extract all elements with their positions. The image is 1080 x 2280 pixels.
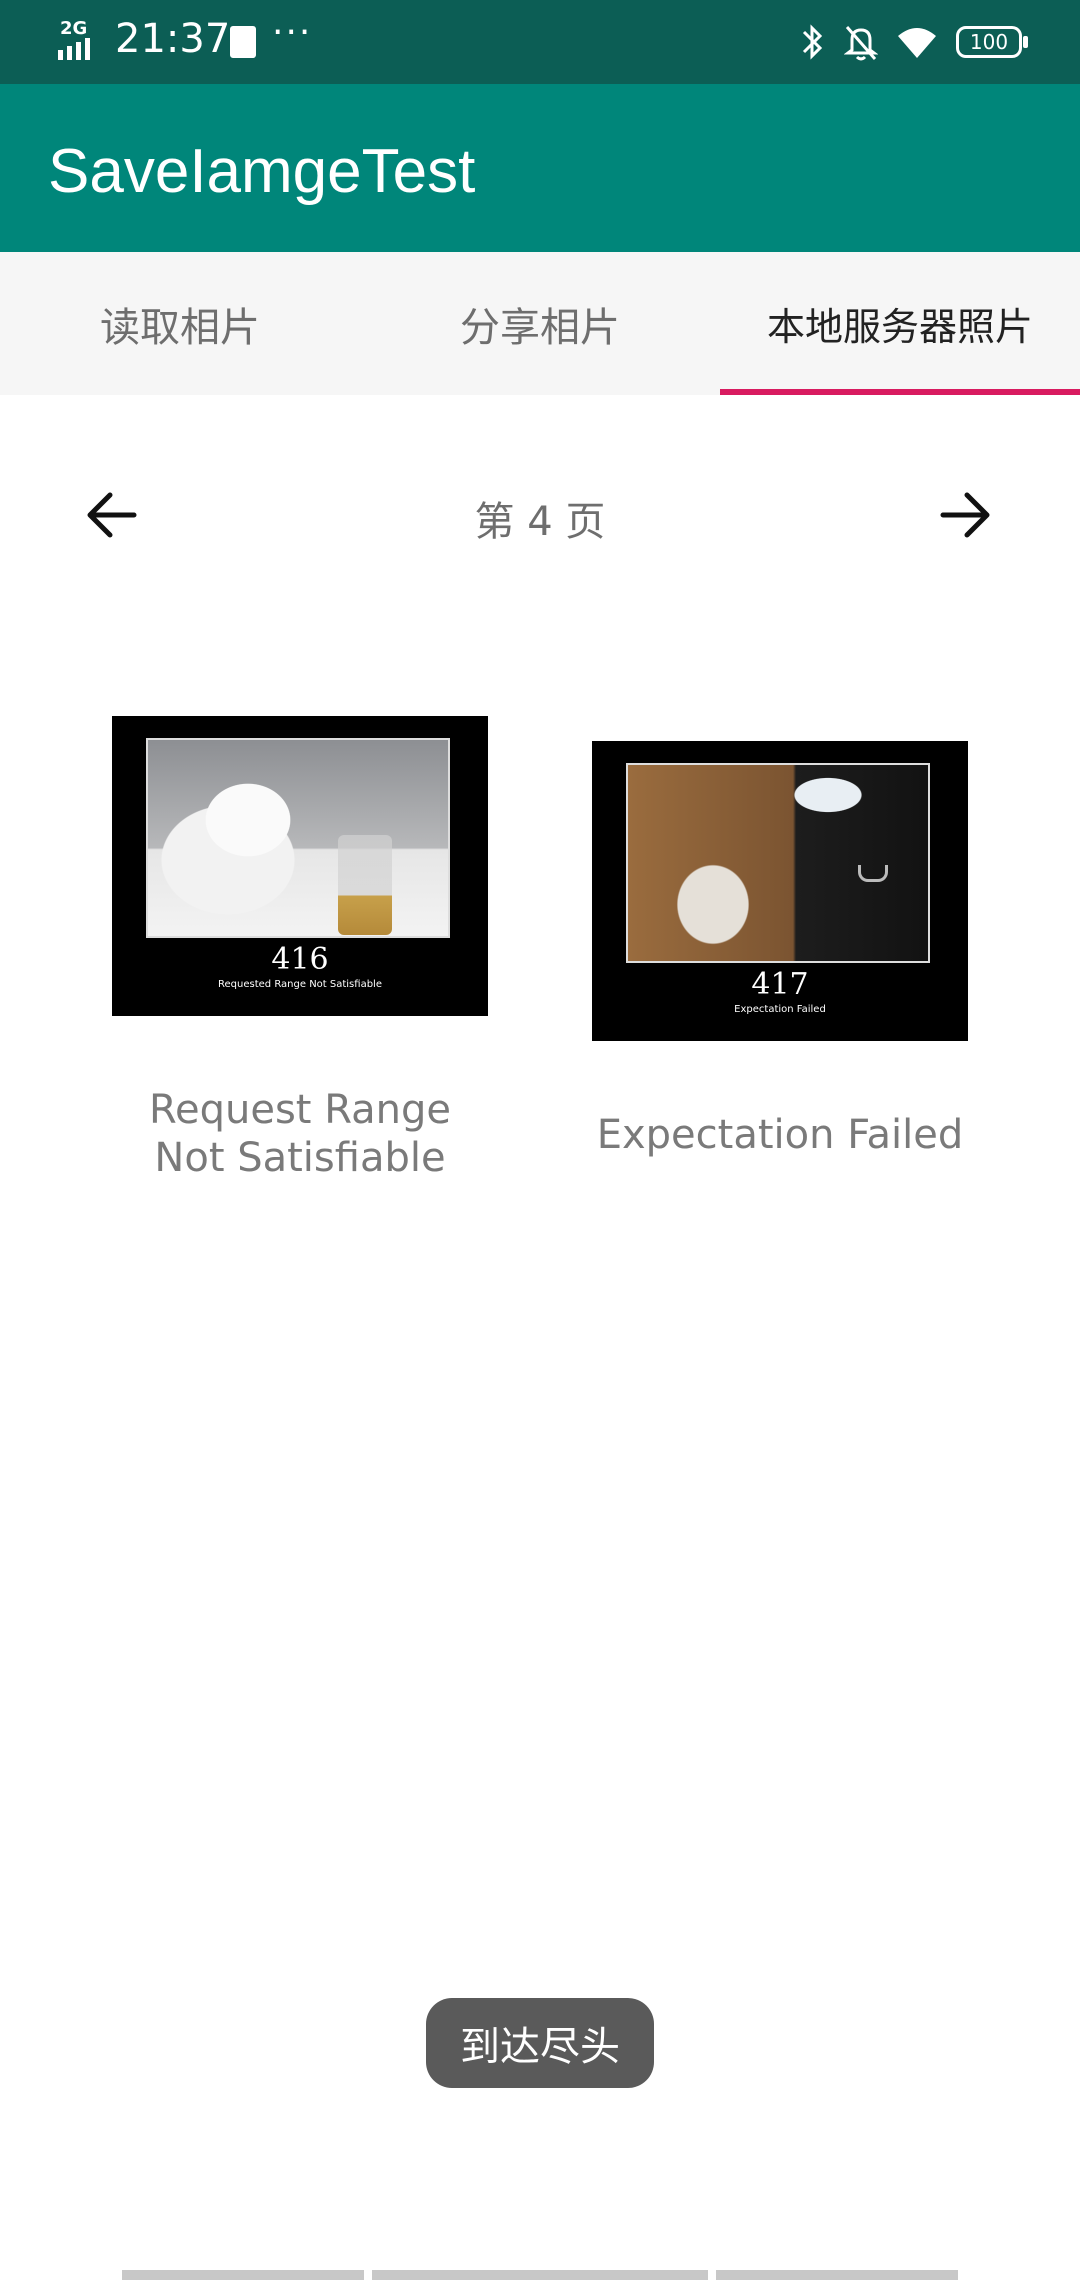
page-indicator: 第 4 页 bbox=[474, 499, 606, 545]
poster-image[interactable]: 417 Expectation Failed bbox=[592, 741, 968, 1041]
poster-subtitle: Expectation Failed bbox=[734, 1004, 826, 1015]
tab-share-photos[interactable]: 分享相片 bbox=[360, 252, 720, 395]
network-type: 2G bbox=[60, 18, 88, 39]
photo-card[interactable]: 416 Requested Range Not Satisfiable Requ… bbox=[112, 716, 488, 1182]
poster-image[interactable]: 416 Requested Range Not Satisfiable bbox=[112, 716, 488, 1016]
mute-icon bbox=[844, 26, 878, 61]
app-bar: SaveIamgeTest bbox=[0, 84, 1080, 252]
signal-icon: 2G bbox=[58, 18, 104, 60]
tab-label: 分享相片 bbox=[460, 304, 620, 351]
app-title: SaveIamgeTest bbox=[48, 137, 476, 206]
nav-hint-segment bbox=[716, 2270, 958, 2280]
tab-bar: 读取相片 分享相片 本地服务器照片 bbox=[0, 252, 1080, 395]
cat-photo bbox=[626, 763, 930, 963]
jar-shape bbox=[338, 835, 392, 935]
photo-caption: Request Range Not Satisfiable bbox=[149, 1087, 451, 1181]
bluetooth-icon bbox=[802, 24, 823, 60]
status-bar: 2G 21:37 ··· 100 bbox=[0, 0, 1080, 84]
photo-caption: Expectation Failed bbox=[596, 1112, 964, 1158]
tab-label: 本地服务器照片 bbox=[766, 305, 1033, 349]
photo-card[interactable]: 417 Expectation Failed Expectation Faile… bbox=[592, 741, 968, 1159]
tab-local-server-photos[interactable]: 本地服务器照片 bbox=[720, 252, 1080, 395]
pager: 第 4 页 bbox=[0, 395, 1080, 625]
clipboard-icon bbox=[230, 26, 256, 58]
wifi-icon bbox=[898, 28, 936, 58]
tab-label: 读取相片 bbox=[100, 304, 260, 351]
cat-photo bbox=[146, 738, 450, 938]
poster-code: 417 bbox=[751, 967, 809, 1002]
nav-hint-segment bbox=[372, 2270, 708, 2280]
clock: 21:37 bbox=[115, 16, 231, 62]
nav-hint-segment bbox=[122, 2270, 364, 2280]
arrow-right-icon[interactable] bbox=[935, 485, 995, 545]
drawer-handle bbox=[858, 865, 888, 882]
poster-subtitle: Requested Range Not Satisfiable bbox=[218, 979, 382, 990]
toast-message: 到达尽头 bbox=[426, 1998, 654, 2088]
kitten-shape bbox=[668, 855, 758, 945]
tab-read-photos[interactable]: 读取相片 bbox=[0, 252, 360, 395]
poster-code: 416 bbox=[271, 942, 329, 977]
more-notifications-icon: ··· bbox=[272, 12, 313, 53]
battery-indicator: 100 bbox=[956, 26, 1028, 58]
